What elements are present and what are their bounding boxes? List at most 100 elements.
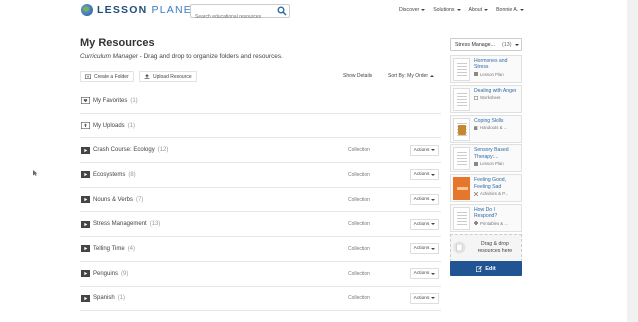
resource-title[interactable]: Sensory Based Therapy:... [474,147,519,160]
page-subtitle: Curriculum Manager - Drag and drop to or… [80,53,283,60]
resource-thumbnail [453,87,470,111]
play-folder-icon [81,220,90,228]
resource-thumbnail [453,177,470,201]
actions-dropdown[interactable]: Actions [410,292,439,304]
list-item[interactable]: Penguins (9) Collection Actions [80,262,441,287]
row-type: Collection [348,147,370,154]
row-type: Collection [348,270,370,277]
list-item[interactable]: My Favorites (1) [80,89,441,114]
create-folder-button[interactable]: Create a Folder [80,71,134,82]
lesson-plan-icon [474,72,478,77]
actions-dropdown[interactable]: Actions [410,144,439,156]
logo-text: LESSON PLANET [97,4,200,16]
list-item[interactable]: Crash Course: Ecology (12) Collection Act… [80,138,441,164]
actions-dropdown[interactable]: Actions [410,218,439,230]
chevron-down-icon [431,173,436,176]
heart-folder-icon [81,97,90,105]
row-name: Nouns & Verbs (7) [93,196,144,203]
resource-thumbnail [453,147,470,171]
lessonplanet-logo[interactable]: LESSON PLANET [81,4,200,16]
nav-solutions[interactable]: Solutions [433,7,461,13]
collection-resources: Hormones and Stress Lesson Plan Dealing … [450,55,522,262]
resource-card[interactable]: Coping Skills Handouts & ... [450,114,522,143]
resource-card[interactable]: Hormones and Stress Lesson Plan [450,55,522,83]
lesson-plan-icon [474,161,478,166]
search-box [190,4,290,23]
worksheet-icon [474,95,478,100]
collection-select[interactable]: Stress Manage... (13) [450,38,522,51]
play-folder-icon [81,270,90,278]
actions-dropdown[interactable]: Actions [410,194,439,206]
play-folder-icon [81,245,90,253]
nav-user-menu[interactable]: Bonnie A. [496,7,525,13]
sort-by-dropdown[interactable]: Sort By: My Order [388,73,435,79]
play-folder-icon [81,294,90,302]
chevron-down-icon [421,9,426,11]
chevron-down-icon [484,9,489,11]
nav-discover[interactable]: Discover [399,7,426,13]
chevron-down-icon [431,297,436,300]
row-type: Collection [348,196,370,203]
upload-resource-button[interactable]: Upload Resource [139,71,197,82]
chevron-down-icon [515,43,520,46]
play-folder-icon [81,196,90,204]
activity-icon [474,191,478,196]
chevron-down-icon [431,247,436,250]
play-folder-icon [81,146,90,154]
search-icon[interactable] [277,6,287,16]
resource-card[interactable]: Feeling Good, Feeling Sad Activities & P… [450,174,522,203]
resource-title[interactable]: Dealing with Anger [474,88,516,94]
list-item[interactable]: My Uploads (1) [80,114,441,139]
globe-icon [81,4,93,16]
list-item[interactable]: Ecosystems (8) Collection Actions [80,163,441,188]
row-name: Telling Time (4) [93,245,136,252]
row-name: My Favorites (1) [93,97,138,104]
row-type: Collection [348,221,370,228]
resource-card[interactable]: How Do I Respond? Printables & ... [450,203,522,232]
edit-icon [476,265,483,272]
chevron-down-icon [431,149,436,152]
play-folder-icon [81,171,90,179]
nav-about[interactable]: About [469,7,489,13]
row-name: My Uploads (1) [93,122,136,129]
chevron-down-icon [431,223,436,226]
upload-folder-icon [81,122,90,130]
row-type: Collection [348,245,370,252]
resource-dropzone[interactable]: Drag & drop resources here [450,233,522,262]
row-type: Collection [348,171,370,178]
list-item[interactable]: Nouns & Verbs (7) Collection Actions [80,188,441,213]
drop-target-icon [453,241,466,254]
chevron-down-icon [520,9,525,11]
actions-dropdown[interactable]: Actions [410,243,439,255]
show-details-link[interactable]: Show Details [343,73,372,79]
printable-icon [474,221,478,226]
list-item[interactable]: Stress Management (13) Collection Actions [80,212,441,238]
resource-thumbnail [453,58,470,81]
row-name: Ecosystems (8) [93,171,136,178]
resource-list: My Favorites (1) My Uploads (1) Crash Cour… [80,89,441,312]
edit-button[interactable]: Edit [450,261,522,276]
chevron-down-icon [456,9,461,11]
chevron-down-icon [431,272,436,275]
handout-icon [474,125,478,130]
mouse-cursor-icon [33,170,38,176]
resource-card[interactable]: Dealing with Anger Worksheet [450,84,522,113]
list-item[interactable]: Telling Time (4) Collection Actions [80,237,441,262]
resource-title[interactable]: Hormones and Stress [474,58,519,71]
top-nav: Discover Solutions About Bonnie A. [399,7,532,13]
resource-title[interactable]: Feeling Good, Feeling Sad [474,177,519,190]
actions-dropdown[interactable]: Actions [410,268,439,280]
dropzone-label: Drag & drop resources here [477,241,513,254]
row-name: Spanish (1) [93,295,126,302]
resource-title[interactable]: How Do I Respond? [474,207,519,220]
resource-thumbnail [453,117,470,141]
folder-plus-icon [85,74,91,79]
list-item[interactable]: Spanish (1) Collection Actions [80,287,441,312]
resource-card[interactable]: Sensory Based Therapy:... Lesson Plan [450,144,522,173]
chevron-down-icon [431,198,436,201]
page-scrollbar[interactable] [627,0,638,322]
actions-dropdown[interactable]: Actions [410,169,439,181]
search-input[interactable] [191,11,273,23]
resource-title[interactable]: Coping Skills [474,118,507,124]
top-header: LESSON PLANET Discover Solutions About B… [0,0,638,23]
